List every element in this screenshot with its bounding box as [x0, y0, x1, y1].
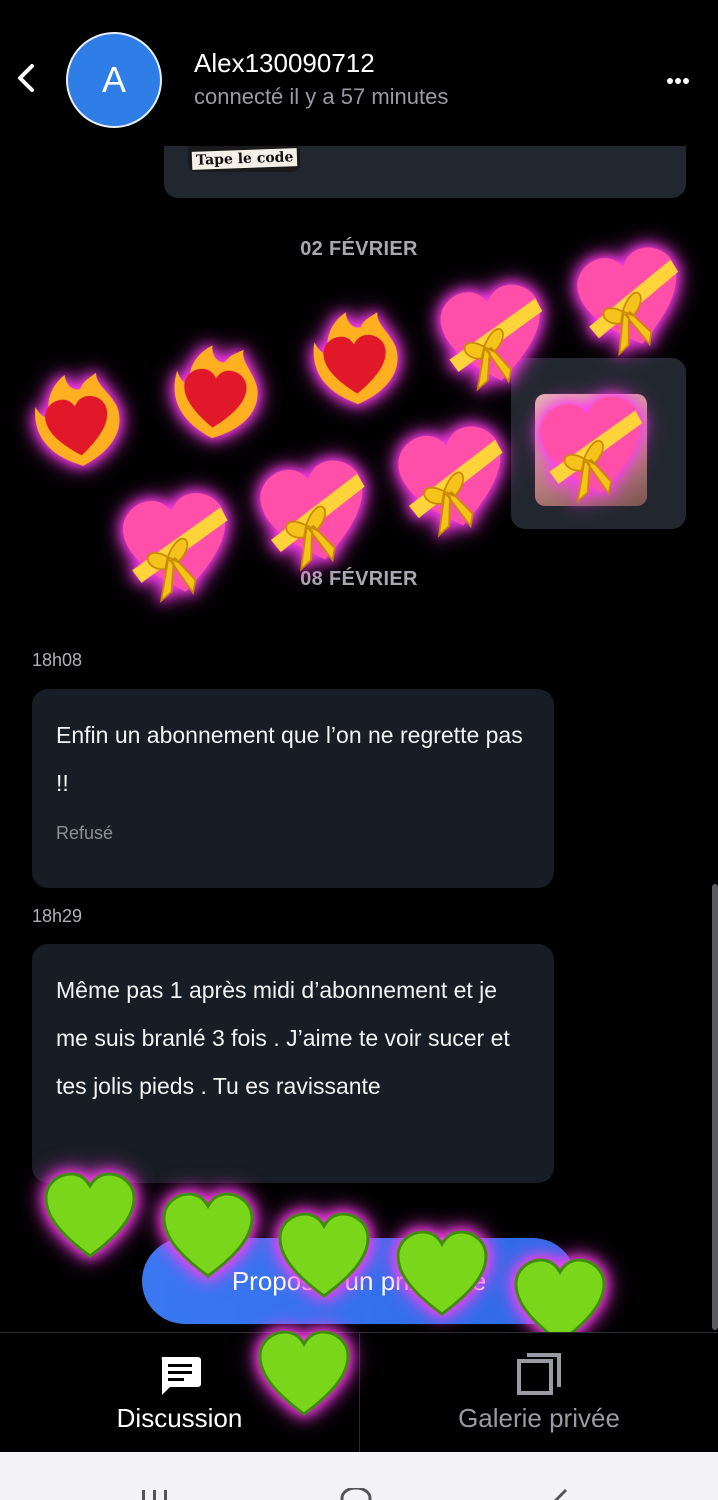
system-navigation-bar — [0, 1452, 718, 1500]
green-heart-icon — [44, 1172, 136, 1258]
heart-on-fire-icon — [313, 312, 398, 405]
avatar-letter: A — [101, 59, 126, 100]
chat-bubble-icon — [161, 1357, 201, 1395]
status-bar — [0, 0, 718, 14]
message-time: 18h29 — [32, 906, 83, 926]
recent-apps-icon[interactable] — [140, 1488, 170, 1500]
heart-on-fire-icon — [35, 372, 120, 466]
scrollbar[interactable] — [712, 884, 718, 1330]
image-message-bubble[interactable]: Tape le code — [164, 146, 686, 198]
tab-label: Galerie privée — [458, 1403, 620, 1433]
contact-status: connecté il y a 57 minutes — [194, 84, 449, 109]
more-options-button[interactable] — [666, 72, 690, 84]
heart-with-ribbon-icon — [540, 396, 643, 504]
chat-header: A Alex130090712 connecté il y a 57 minut… — [0, 14, 718, 146]
heart-with-ribbon-icon — [122, 493, 228, 603]
tab-private-gallery[interactable]: Galerie privée — [359, 1333, 718, 1453]
heart-with-ribbon-icon — [398, 426, 503, 538]
back-nav-icon[interactable] — [544, 1488, 574, 1500]
green-heart-icon — [514, 1258, 606, 1332]
green-heart-icon — [258, 1330, 350, 1416]
image-caption: Tape le code — [191, 148, 298, 170]
message-bubble[interactable]: Même pas 1 après midi d’abonnement et je… — [32, 944, 554, 1183]
message-text: Même pas 1 après midi d’abonnement et je… — [56, 977, 510, 1099]
avatar[interactable]: A — [66, 32, 162, 128]
green-heart-icon — [162, 1192, 254, 1278]
green-heart-icon — [396, 1230, 488, 1316]
message-status: Refusé — [56, 823, 114, 843]
message-time: 18h08 — [32, 650, 83, 670]
heart-with-ribbon-icon — [260, 460, 365, 572]
green-heart-icon — [278, 1212, 370, 1298]
more-dots-icon — [667, 78, 689, 84]
heart-on-fire-icon — [174, 345, 258, 439]
contact-name[interactable]: Alex130090712 — [194, 48, 375, 79]
back-button[interactable] — [12, 58, 42, 98]
home-icon[interactable] — [338, 1488, 374, 1500]
gallery-icon — [517, 1353, 561, 1395]
image-thumbnail[interactable]: Tape le code — [188, 146, 300, 172]
chevron-left-icon — [18, 64, 34, 92]
message-text: Enfin un abonnement que l’on ne regrette… — [56, 722, 523, 796]
message-bubble[interactable]: Enfin un abonnement que l’on ne regrette… — [32, 689, 554, 888]
message-thread[interactable]: Tape le code 02 FÉVRIER 08 FÉVRIER 18h08… — [0, 146, 718, 1332]
